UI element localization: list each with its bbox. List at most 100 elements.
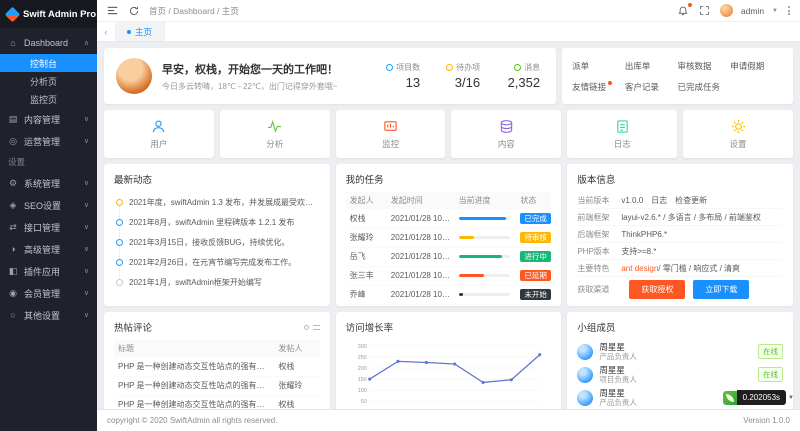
shortcut-analysis[interactable]: 分析 xyxy=(220,110,330,158)
timeline-dot-icon xyxy=(116,219,123,226)
sidebar-item[interactable]: ◧ 插件应用 xyxy=(0,260,97,282)
refresh-icon[interactable] xyxy=(127,4,141,18)
version-rows: 当前版本 v1.0.0 日志 检查更新 前端框架 layui-v2.6.* / … xyxy=(577,192,783,277)
shortcut-monitor[interactable]: 监控 xyxy=(336,110,446,158)
comment-title[interactable]: PHP 是一种创建动态交互性站点的强有力的服务器端脚本语言 xyxy=(114,376,274,395)
list-mini-icon[interactable] xyxy=(313,325,320,330)
sidebar-item[interactable]: ○ 其他设置 xyxy=(0,304,97,326)
activity-title: 最新动态 xyxy=(114,172,320,186)
stat-value: 2,352 xyxy=(498,75,540,90)
runtime-value: 0.202053s xyxy=(737,390,786,405)
sidebar-item-dashboard[interactable]: ⌂ Dashboard xyxy=(0,32,97,54)
task-row: 岳飞 2021/01/28 10:23:46 进行中 xyxy=(346,247,552,266)
progress-track xyxy=(459,274,510,277)
tab-scroll-left-icon[interactable]: ‹ xyxy=(97,27,115,37)
task-time: 2021/01/28 10:23:46 xyxy=(387,209,455,228)
tab-active-dot xyxy=(127,30,131,34)
svg-text:100: 100 xyxy=(357,388,366,394)
sidebar-item[interactable]: ◈ SEO设置 xyxy=(0,194,97,216)
stat-icon xyxy=(514,64,521,71)
sidebar-subitem[interactable]: 监控页 xyxy=(0,90,97,108)
quick-link[interactable]: 出库单 xyxy=(625,60,678,72)
task-row: 权栈 2021/01/28 10:23:46 已完成 xyxy=(346,209,552,228)
team-title: 小组成员 xyxy=(577,320,783,334)
sidebar-item-label: 高级管理 xyxy=(24,243,78,256)
comment-title[interactable]: PHP 是一种创建动态交互性站点的强有力的服务器端脚本语言 xyxy=(114,357,274,376)
growth-chart-card: 访问增长率 050100150200250300MonTueWedThuFriS… xyxy=(336,312,562,409)
refresh-mini-icon[interactable] xyxy=(304,325,309,330)
greeting-title: 早安，权栈，开始您一天的工作吧！ xyxy=(162,61,368,77)
breadcrumb[interactable]: 首页 / Dashboard / 主页 xyxy=(149,5,239,17)
col-header-progress: 当前进度 xyxy=(455,192,517,209)
comments-title: 热帖评论 xyxy=(114,320,152,334)
brand-logo-icon xyxy=(5,6,21,22)
comment-row: PHP 是一种创建动态交互性站点的强有力的服务器端脚本语言 权栈 xyxy=(114,357,320,376)
version-row: 前端框架 layui-v2.6.* / 多语言 / 多布局 / 前端鉴权 xyxy=(577,209,783,226)
fullscreen-icon[interactable] xyxy=(698,4,712,18)
stat-label: 消息 xyxy=(524,62,540,73)
username[interactable]: admin xyxy=(741,6,764,16)
version-row-label: 后端框架 xyxy=(577,229,621,240)
progress-fill xyxy=(459,293,463,296)
more-menu-icon[interactable] xyxy=(786,4,792,17)
quick-link[interactable]: 已完成任务 xyxy=(678,81,731,93)
shortcut-content[interactable]: 内容 xyxy=(451,110,561,158)
activity-text: 2021年1月，swiftAdmin框架开始编写 xyxy=(129,277,262,288)
get-license-button[interactable]: 获取授权 xyxy=(629,280,685,299)
status-badge: 待审核 xyxy=(520,232,551,243)
member-status-badge: 在线 xyxy=(758,344,783,359)
sidebar-item[interactable]: ⚙ 系统管理 xyxy=(0,172,97,194)
runtime-badge[interactable]: 0.202053s ▼ xyxy=(723,390,794,405)
notifications-bell-icon[interactable] xyxy=(676,4,690,18)
comment-title[interactable]: PHP 是一种创建动态交互性站点的强有力的服务器端脚本语言 xyxy=(114,395,274,409)
tab-label: 主页 xyxy=(135,26,152,38)
chevron-down-icon xyxy=(84,289,89,297)
version-title: 版本信息 xyxy=(577,172,783,186)
activity-timeline: 2021年度，swiftAdmin 1.3 发布，并发展成最受欢迎的极速开发框架… xyxy=(114,192,320,292)
version-row-label: 当前版本 xyxy=(577,195,621,206)
sidebar-item-label: 系统管理 xyxy=(24,177,78,190)
sidebar-item[interactable]: ▤ 内容管理 xyxy=(0,108,97,130)
sidebar-groups: ▤ 内容管理 ◎ 运营管理 xyxy=(0,108,97,152)
comment-author: 权栈 xyxy=(274,357,319,376)
sidebar-item[interactable]: ◉ 会员管理 xyxy=(0,282,97,304)
version-buttons-row: 获取渠道 获取授权 立即下载 xyxy=(577,277,783,301)
member-status-badge: 在线 xyxy=(758,367,783,382)
download-button[interactable]: 立即下载 xyxy=(693,280,749,299)
quick-link[interactable]: 申请假期 xyxy=(730,60,783,72)
quick-link[interactable]: 审核数据 xyxy=(678,60,731,72)
comment-author: 张耀玲 xyxy=(274,376,319,395)
sidebar-item[interactable]: ◎ 运营管理 xyxy=(0,130,97,152)
shortcut-logs[interactable]: 日志 xyxy=(567,110,677,158)
greeting-card: 早安，权栈，开始您一天的工作吧！ 今日多云转晴，18℃ - 22℃，出门记得穿外… xyxy=(104,48,556,104)
activity-text: 2021年8月，swiftAdmin 里程碑版本 1.2.1 发布 xyxy=(129,217,294,228)
sidebar-subitem[interactable]: 分析页 xyxy=(0,72,97,90)
timeline-dot-icon xyxy=(116,239,123,246)
col-header-name: 发起人 xyxy=(346,192,387,209)
chevron-down-icon xyxy=(84,201,89,209)
tab-home[interactable]: 主页 xyxy=(115,22,165,41)
sidebar-item-label: 运营管理 xyxy=(24,135,78,148)
shortcut-users[interactable]: 用户 xyxy=(104,110,214,158)
task-name: 乔峰 xyxy=(346,285,387,304)
stats: 项目数 13 待办项 3/16 xyxy=(378,62,544,90)
quick-link[interactable]: 派单 xyxy=(572,60,625,72)
sidebar-item[interactable]: ◑ 高级管理 xyxy=(0,238,97,260)
collapse-menu-icon[interactable] xyxy=(105,4,119,18)
sidebar-item[interactable]: ⇄ 接口管理 xyxy=(0,216,97,238)
chevron-down-icon xyxy=(84,245,89,253)
app-root: Swift Admin Pro ⌂ Dashboard 控制台 分析页 xyxy=(0,0,800,431)
version-row-label: 前端框架 xyxy=(577,212,621,223)
version-row: PHP版本 支持>=8.* xyxy=(577,243,783,260)
task-name: 张耀玲 xyxy=(346,228,387,247)
version-row-label: PHP版本 xyxy=(577,246,621,257)
greeting-avatar xyxy=(116,58,152,94)
sidebar-subitem[interactable]: 控制台 xyxy=(0,54,97,72)
team-member-row: 周星星 产品负责人 在线 xyxy=(577,340,783,363)
quick-link[interactable]: 友情链接 xyxy=(572,81,625,93)
shortcut-settings[interactable]: 设置 xyxy=(683,110,793,158)
col-header-author: 发帖人 xyxy=(274,340,319,357)
quick-link[interactable]: 客户记录 xyxy=(625,81,678,93)
user-avatar[interactable] xyxy=(720,4,733,17)
svg-text:50: 50 xyxy=(360,399,366,405)
